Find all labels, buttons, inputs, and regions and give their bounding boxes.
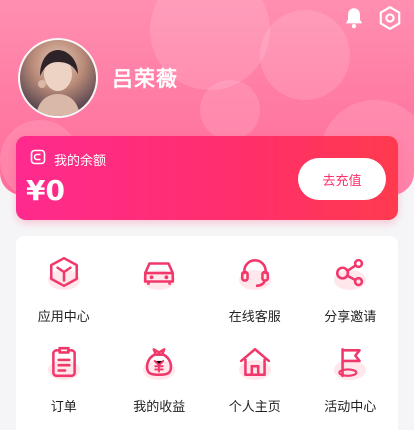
menu-item-label: 应用中心 <box>37 310 90 325</box>
money-bag-icon <box>137 340 181 384</box>
menu-item-label: 我的收益 <box>133 400 186 415</box>
recharge-button[interactable]: 去充值 <box>298 158 386 200</box>
home-icon <box>233 340 277 384</box>
menu-item-share-invite[interactable]: 分享邀请 <box>303 250 399 328</box>
menu-item-label: 在线客服 <box>228 310 281 325</box>
balance-title: 我的余额 <box>54 153 107 169</box>
menu-item-car[interactable] <box>112 250 208 328</box>
menu-item-label: 订单 <box>50 400 77 415</box>
headset-icon <box>233 250 277 294</box>
balance-card: 我的余额 ¥0 去充值 <box>16 136 398 220</box>
flag-icon <box>328 340 372 384</box>
menu-item-label: 个人主页 <box>228 400 281 415</box>
balance-amount: ¥0 <box>26 174 65 207</box>
menu-item-my-earnings[interactable]: 我的收益 <box>112 340 208 418</box>
avatar[interactable] <box>18 38 98 118</box>
menu-item-label: 分享邀请 <box>324 310 377 325</box>
cube-icon <box>42 250 86 294</box>
clipboard-icon <box>42 340 86 384</box>
car-icon <box>137 250 181 294</box>
menu-item-customer-service[interactable]: 在线客服 <box>207 250 303 328</box>
menu-item-personal-homepage[interactable]: 个人主页 <box>207 340 303 418</box>
menu-item-orders[interactable]: 订单 <box>16 340 112 418</box>
menu-item-app-center[interactable]: 应用中心 <box>16 250 112 328</box>
menu-item-label: 活动中心 <box>324 400 377 415</box>
bell-icon[interactable] <box>340 4 368 32</box>
share-icon <box>328 250 372 294</box>
menu-card: 应用中心 在线客服 分享邀请 订单 我的收益 个人主页 活动中心 <box>16 236 398 430</box>
menu-item-activity-center[interactable]: 活动中心 <box>303 340 399 418</box>
wallet-icon <box>30 149 46 169</box>
settings-icon[interactable] <box>376 4 404 32</box>
username: 吕荣薇 <box>112 67 178 91</box>
